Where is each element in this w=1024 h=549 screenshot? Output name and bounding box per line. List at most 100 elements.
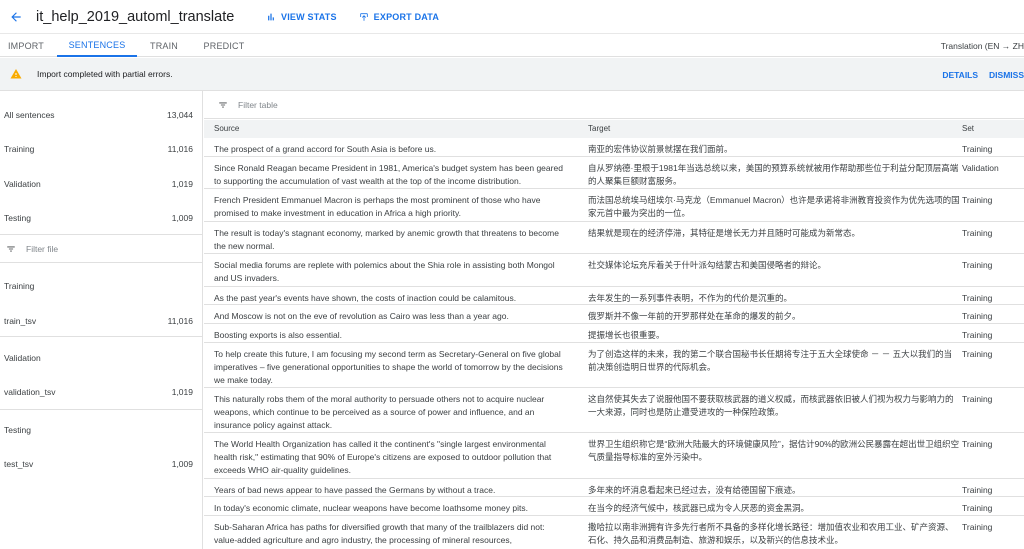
column-header-target[interactable]: Target xyxy=(588,124,960,133)
stat-label: Validation xyxy=(4,179,41,189)
alert-message: Import completed with partial errors. xyxy=(37,69,173,79)
source-cell: Social media forums are replete with pol… xyxy=(214,260,555,283)
target-cell: 结果就是现在的经济停滞，其特征是增长无力并且随时可能成为新常态。 xyxy=(588,228,861,238)
source-cell: The World Health Organization has called… xyxy=(214,439,552,475)
set-cell: Training xyxy=(962,195,993,205)
source-cell: In today's economic climate, nuclear wea… xyxy=(214,503,528,513)
divider xyxy=(0,262,203,263)
set-cell: Training xyxy=(962,485,993,495)
target-cell: 南亚的宏伟协议前景就摆在我们面前。 xyxy=(588,144,733,154)
target-cell: 在当今的经济气候中，核武器已成为令人厌恶的资金黑洞。 xyxy=(588,503,810,513)
table-row[interactable]: Boosting exports is also essential. 提振增长… xyxy=(204,324,1024,343)
tab-bar: IMPORT SENTENCES TRAIN PREDICT Translati… xyxy=(0,33,1024,57)
set-cell: Training xyxy=(962,330,993,340)
table-row[interactable]: And Moscow is not on the eve of revoluti… xyxy=(204,305,1024,324)
tab-import[interactable]: IMPORT xyxy=(0,34,52,57)
source-cell: Since Ronald Reagan became President in … xyxy=(214,163,563,186)
table-row[interactable]: This naturally robs them of the moral au… xyxy=(204,388,1024,433)
source-cell: To help create this future, I am focusin… xyxy=(214,349,563,385)
filter-icon xyxy=(219,102,227,107)
table-row[interactable]: To help create this future, I am focusin… xyxy=(204,343,1024,388)
warning-icon xyxy=(10,69,22,79)
table-row[interactable]: Sub-Saharan Africa has paths for diversi… xyxy=(204,516,1024,549)
import-alert-banner: Import completed with partial errors. DE… xyxy=(0,58,1024,91)
target-cell: 社交媒体论坛充斥着关于什叶派勾结蒙古和美国侵略者的辩论。 xyxy=(588,260,827,270)
stat-count: 1,009 xyxy=(171,213,193,223)
set-cell: Training xyxy=(962,439,993,449)
table-row[interactable]: The result is today's stagnant economy, … xyxy=(204,222,1024,254)
target-cell: 多年来的坏消息看起来已经过去，没有给德国留下痕迹。 xyxy=(588,485,801,495)
divider xyxy=(0,336,203,337)
target-cell: 这自然使其失去了说服他国不要获取核武器的道义权威，而核武器依旧被人们视为权力与影… xyxy=(588,394,954,417)
sentences-table: Filter table Source Target Set The prosp… xyxy=(204,91,1024,549)
tab-sentences[interactable]: SENTENCES xyxy=(57,34,137,57)
source-cell: And Moscow is not on the eve of revoluti… xyxy=(214,311,509,321)
source-cell: Sub-Saharan Africa has paths for diversi… xyxy=(214,522,545,545)
set-cell: Training xyxy=(962,144,993,154)
stat-label: All sentences xyxy=(4,110,55,120)
target-cell: 俄罗斯并不像一年前的开罗那样处在革命的爆发的前夕。 xyxy=(588,311,801,321)
file-count: 11,016 xyxy=(167,316,193,326)
export-data-button[interactable]: EXPORT DATA xyxy=(359,12,439,22)
target-cell: 提振增长也很重要。 xyxy=(588,330,665,340)
header-bar: it_help_2019_automl_translate VIEW STATS… xyxy=(0,0,1024,33)
file-name: train_tsv xyxy=(4,316,37,326)
target-cell: 世界卫生组织称它是“欧洲大陆最大的环境健康风险”，据估计90%的欧洲公民暴露在超… xyxy=(588,439,960,462)
table-filter[interactable]: Filter table xyxy=(204,91,1024,119)
table-filter-input[interactable]: Filter table xyxy=(238,100,278,110)
target-cell: 自从罗纳德·里根于1981年当选总统以来，美国的预算系统就被用作帮助那些位于利益… xyxy=(588,163,959,186)
group-heading: Validation xyxy=(4,353,41,363)
set-cell: Validation xyxy=(962,163,999,173)
divider xyxy=(0,234,203,235)
stat-label: Testing xyxy=(4,213,31,223)
target-cell: 去年发生的一系列事件表明，不作为的代价是沉重的。 xyxy=(588,293,793,303)
column-header-source[interactable]: Source xyxy=(214,124,569,133)
file-count: 1,009 xyxy=(171,459,193,469)
table-row[interactable]: As the past year's events have shown, th… xyxy=(204,287,1024,305)
bar-chart-icon xyxy=(268,13,274,20)
source-cell: The result is today's stagnant economy, … xyxy=(214,228,559,251)
tab-predict[interactable]: PREDICT xyxy=(196,34,252,57)
file-filter-input[interactable]: Filter file xyxy=(26,244,58,254)
details-button[interactable]: DETAILS xyxy=(942,70,978,80)
back-arrow-icon[interactable] xyxy=(4,5,28,29)
divider xyxy=(0,409,203,410)
stat-count: 1,019 xyxy=(171,179,193,189)
file-count: 1,019 xyxy=(171,387,193,397)
table-row[interactable]: In today's economic climate, nuclear wea… xyxy=(204,497,1024,516)
tab-train[interactable]: TRAIN xyxy=(141,34,187,57)
table-row[interactable]: The World Health Organization has called… xyxy=(204,433,1024,479)
table-row[interactable]: Since Ronald Reagan became President in … xyxy=(204,157,1024,189)
file-name: test_tsv xyxy=(4,459,34,469)
table-row[interactable]: The prospect of a grand accord for South… xyxy=(204,138,1024,157)
filter-icon xyxy=(7,246,15,252)
table-header: Source Target Set xyxy=(204,120,1024,138)
stat-count: 11,016 xyxy=(167,144,193,154)
export-data-label: EXPORT DATA xyxy=(373,11,440,22)
table-row[interactable]: French President Emmanuel Macron is perh… xyxy=(204,189,1024,222)
table-row[interactable]: Years of bad news appear to have passed … xyxy=(204,479,1024,497)
source-cell: The prospect of a grand accord for South… xyxy=(214,144,437,154)
set-cell: Training xyxy=(962,349,993,359)
stat-count: 13,044 xyxy=(167,110,193,120)
target-cell: 撒哈拉以南非洲拥有许多先行者所不具备的多样化增长路径：增加值农业和农用工业、矿产… xyxy=(588,522,954,545)
set-cell: Training xyxy=(962,311,993,321)
set-cell: Training xyxy=(962,228,993,238)
target-cell: 而法国总统埃马纽埃尔·马克龙（Emmanuel Macron）也许是承诺将非洲教… xyxy=(588,195,960,218)
set-cell: Training xyxy=(962,260,993,270)
source-cell: This naturally robs them of the moral au… xyxy=(214,394,545,430)
file-filter[interactable]: Filter file xyxy=(0,241,203,257)
set-cell: Training xyxy=(962,503,993,513)
source-cell: French President Emmanuel Macron is perh… xyxy=(214,195,541,218)
source-cell: Years of bad news appear to have passed … xyxy=(214,485,496,495)
view-stats-button[interactable]: VIEW STATS xyxy=(266,12,337,22)
table-row[interactable]: Social media forums are replete with pol… xyxy=(204,254,1024,287)
model-name-label: Translation (EN → ZH xyxy=(940,40,1024,51)
group-heading: Training xyxy=(4,281,35,291)
source-cell: As the past year's events have shown, th… xyxy=(214,293,517,303)
sidebar: All sentences 13,044 Training 11,016 Val… xyxy=(0,91,203,549)
dismiss-button[interactable]: DISMISS xyxy=(989,70,1024,80)
file-name: validation_tsv xyxy=(4,387,56,397)
column-header-set[interactable]: Set xyxy=(962,124,1022,133)
source-cell: Boosting exports is also essential. xyxy=(214,330,343,340)
